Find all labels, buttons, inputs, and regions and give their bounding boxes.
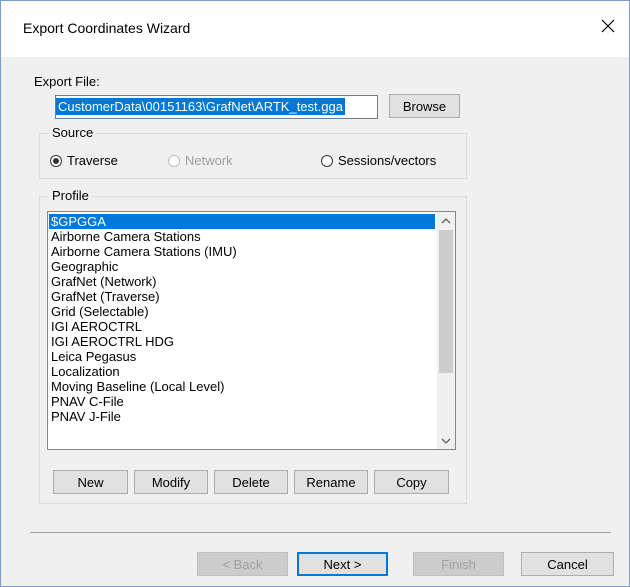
scroll-down-arrow-icon[interactable] [437,432,455,449]
scroll-up-arrow-icon[interactable] [437,212,455,229]
list-item[interactable]: Geographic [49,259,435,274]
window-title: Export Coordinates Wizard [23,20,191,36]
radio-unchecked-icon [321,154,333,167]
back-button[interactable]: < Back [197,552,288,576]
list-item[interactable]: GrafNet (Traverse) [49,289,435,304]
export-file-label: Export File: [34,74,100,89]
next-button[interactable]: Next > [297,552,388,576]
list-item[interactable]: GrafNet (Network) [49,274,435,289]
scroll-thumb[interactable] [439,230,453,373]
profile-group-label: Profile [49,188,92,203]
radio-network-label: Network [185,153,233,168]
browse-button[interactable]: Browse [389,94,460,118]
profile-listbox[interactable]: $GPGGA Airborne Camera Stations Airborne… [47,211,456,450]
radio-sessions-vectors[interactable]: Sessions/vectors [321,153,436,168]
title-bar: Export Coordinates Wizard [1,1,629,57]
cancel-button[interactable]: Cancel [521,552,614,576]
delete-profile-button[interactable]: Delete [214,470,288,494]
separator [30,532,611,533]
export-coordinates-wizard-dialog: Export Coordinates Wizard Export File: C… [0,0,630,587]
close-icon[interactable] [597,15,619,37]
list-item[interactable]: Leica Pegasus [49,349,435,364]
list-item[interactable]: Moving Baseline (Local Level) [49,379,435,394]
list-item[interactable]: Grid (Selectable) [49,304,435,319]
source-group-label: Source [49,125,97,140]
list-item[interactable]: Localization [49,364,435,379]
profile-scrollbar[interactable] [437,212,455,449]
profile-list: $GPGGA Airborne Camera Stations Airborne… [49,214,435,424]
list-item[interactable]: IGI AEROCTRL HDG [49,334,435,349]
finish-button[interactable]: Finish [413,552,504,576]
new-profile-button[interactable]: New [53,470,128,494]
rename-profile-button[interactable]: Rename [294,470,368,494]
export-file-path-text: CustomerData\00151163\GrafNet\ARTK_test.… [56,98,345,115]
list-item[interactable]: $GPGGA [49,214,435,229]
list-item[interactable]: Airborne Camera Stations (IMU) [49,244,435,259]
modify-profile-button[interactable]: Modify [134,470,208,494]
export-file-input[interactable]: CustomerData\00151163\GrafNet\ARTK_test.… [55,95,378,119]
list-item[interactable]: IGI AEROCTRL [49,319,435,334]
radio-traverse-label: Traverse [67,153,118,168]
list-item[interactable]: PNAV C-File [49,394,435,409]
list-item[interactable]: PNAV J-File [49,409,435,424]
list-item[interactable]: Airborne Camera Stations [49,229,435,244]
radio-network[interactable]: Network [168,153,233,168]
radio-sessions-vectors-label: Sessions/vectors [338,153,437,168]
copy-profile-button[interactable]: Copy [374,470,449,494]
radio-traverse[interactable]: Traverse [50,153,118,168]
radio-checked-icon [50,154,62,167]
radio-unchecked-icon [168,154,180,167]
